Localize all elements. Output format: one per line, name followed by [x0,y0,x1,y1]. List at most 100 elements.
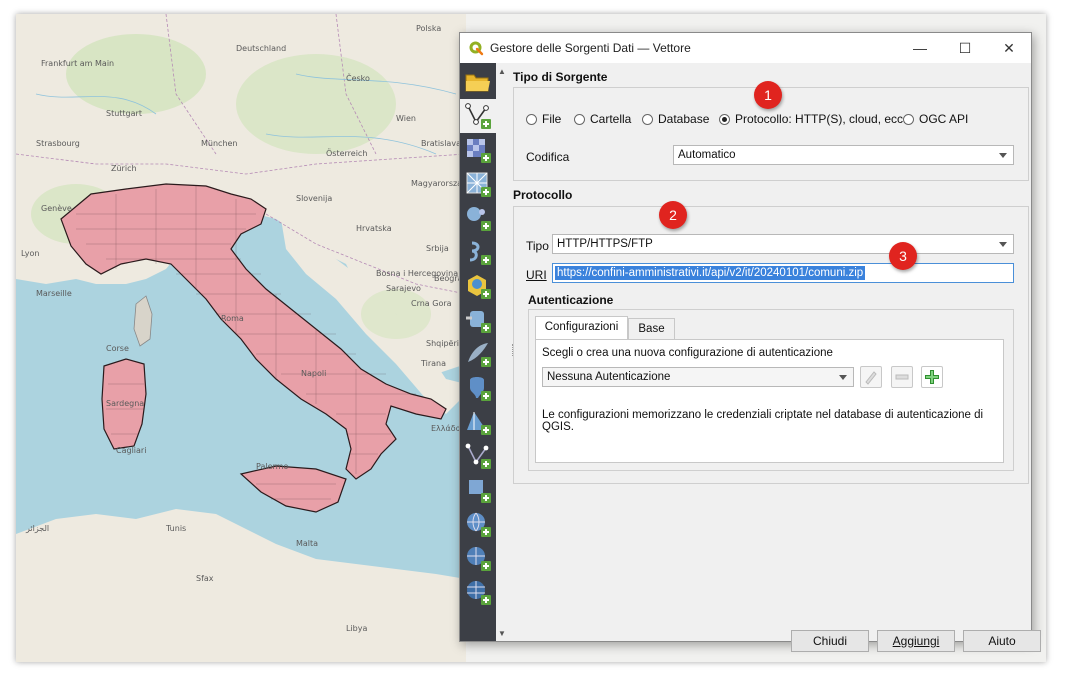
sidebar-item-raster[interactable] [460,133,496,167]
sidebar-item-point-cloud[interactable] [460,201,496,235]
sidebar-item-delimited-text[interactable] [460,235,496,269]
remove-config-button[interactable] [891,366,913,388]
radio-label: Cartella [590,112,632,126]
arcgis-rest-icon [467,547,491,571]
uri-input[interactable]: https://confini-amministrativi.it/api/v2… [552,263,1014,283]
sidebar-item-oracle[interactable] [460,405,496,439]
map-label: Palermo [256,462,289,471]
title-bar[interactable]: Gestore delle Sorgenti Dati — Vettore — … [460,33,1031,63]
spatialite-icon [466,311,491,333]
radio-file[interactable]: File [526,110,561,128]
protocol-type-select[interactable]: HTTP/HTTPS/FTP [552,234,1014,254]
auth-config-value: Nessuna Autenticazione [547,371,671,383]
map-label: Magyarország [411,179,466,188]
configurations-panel: Scegli o crea una nuova configurazione d… [535,339,1004,463]
radio-label: Protocollo: HTTP(S), cloud, ecc. [735,112,907,126]
map-label: Cagliari [116,446,147,455]
radio-label: Database [658,112,710,126]
edit-config-button[interactable] [860,366,882,388]
add-button[interactable]: Aggiungi [877,630,955,652]
chevron-down-icon [839,375,847,380]
chevron-down-icon [999,242,1007,247]
auth-info-text: Le configurazioni memorizzano le credenz… [542,409,984,433]
sidebar-item-mesh[interactable] [460,167,496,201]
raster-layer-icon [467,139,491,163]
geopackage-icon [468,275,491,299]
radio-indicator [642,113,653,125]
map-label: Bratislava [421,139,461,148]
authentication-group: Configurazioni Base Scegli o crea una nu… [528,309,1014,471]
qgis-logo-icon [469,41,484,56]
scroll-up-icon[interactable]: ▲ [498,67,506,76]
protocol-type-value: HTTP/HTTPS/FTP [557,238,653,250]
minus-icon [895,374,909,380]
sidebar-item-arcgis-rest[interactable] [460,541,496,575]
map-label: Sarajevo [386,284,421,293]
sidebar-item-wfs[interactable] [460,507,496,541]
window-title: Gestore delle Sorgenti Dati — Vettore [490,41,691,55]
screenshot-frame: Frankfurt am Main Stuttgart Strasbourg Z… [16,14,1046,662]
map-label: Napoli [301,369,327,378]
wms-icon [469,480,491,503]
oracle-icon [467,412,491,435]
vector-layer-icon [465,103,491,129]
sidebar-item-vector[interactable] [460,99,496,133]
mssql-icon [468,343,491,367]
add-config-button[interactable] [921,366,943,388]
map-label: Hrvatska [356,224,392,233]
tab-configurations[interactable]: Configurazioni [535,316,628,340]
map-canvas[interactable]: Frankfurt am Main Stuttgart Strasbourg Z… [16,14,466,662]
vector-source-panel: Tipo di Sorgente File Cartella Database … [512,63,1041,652]
help-button[interactable]: Aiuto [963,630,1041,652]
maximize-button[interactable]: ☐ [943,33,987,63]
scroll-down-icon[interactable]: ▼ [498,629,506,638]
xyz-icon [467,581,491,605]
annotation-badge-2: 2 [659,201,687,229]
map-label: Marseille [36,289,72,298]
splitter-handle[interactable] [512,344,517,356]
point-cloud-icon [467,207,491,231]
encoding-select[interactable]: Automatico [673,145,1014,165]
uri-label: URI [526,268,547,282]
sidebar-item-geopackage[interactable] [460,269,496,303]
tab-basic[interactable]: Base [628,318,675,340]
radio-label: OGC API [919,112,969,126]
protocol-group: Tipo HTTP/HTTPS/FTP URI https://confini-… [513,206,1029,484]
sidebar-item-browser[interactable] [460,65,496,99]
radio-indicator [574,113,585,125]
map-label: Lyon [21,249,40,258]
map-label: Strasbourg [36,139,80,148]
radio-database[interactable]: Database [642,110,709,128]
sidebar-item-wms[interactable] [460,473,496,507]
sidebar-item-spatialite[interactable] [460,303,496,337]
data-source-manager-dialog: Gestore delle Sorgenti Dati — Vettore — … [459,32,1041,652]
mesh-layer-icon [466,172,491,197]
map-label: Roma [221,314,244,323]
radio-indicator [903,113,914,125]
map-label: Slovenija [296,194,333,203]
radio-ogc-api[interactable]: OGC API [903,110,968,128]
encoding-label: Codifica [526,150,570,164]
radio-directory[interactable]: Cartella [574,110,631,128]
radio-protocol[interactable]: Protocollo: HTTP(S), cloud, ecc. [719,110,906,128]
map-label: Polska [416,24,442,33]
protocol-heading: Protocollo [513,188,573,202]
minimize-button[interactable]: — [898,33,942,63]
sidebar-item-virtual-layer[interactable] [460,439,496,473]
map-label: München [201,139,238,148]
auth-config-select[interactable]: Nessuna Autenticazione [542,367,854,387]
map-drawing [16,14,466,662]
delimited-text-icon [469,241,491,265]
virtual-layer-icon [465,443,491,469]
close-button[interactable]: Chiudi [791,630,869,652]
map-label: Zürich [111,164,137,173]
close-window-button[interactable]: ✕ [987,33,1031,63]
pencil-icon [865,371,877,385]
sidebar-item-postgresql[interactable] [460,371,496,405]
map-label: Frankfurt am Main [41,59,115,68]
map-label: Österreich [326,149,368,158]
sidebar-item-xyz[interactable] [460,575,496,609]
sidebar-item-mssql[interactable] [460,337,496,371]
choose-config-label: Scegli o crea una nuova configurazione d… [542,347,833,359]
map-label: Tirana [421,359,447,368]
